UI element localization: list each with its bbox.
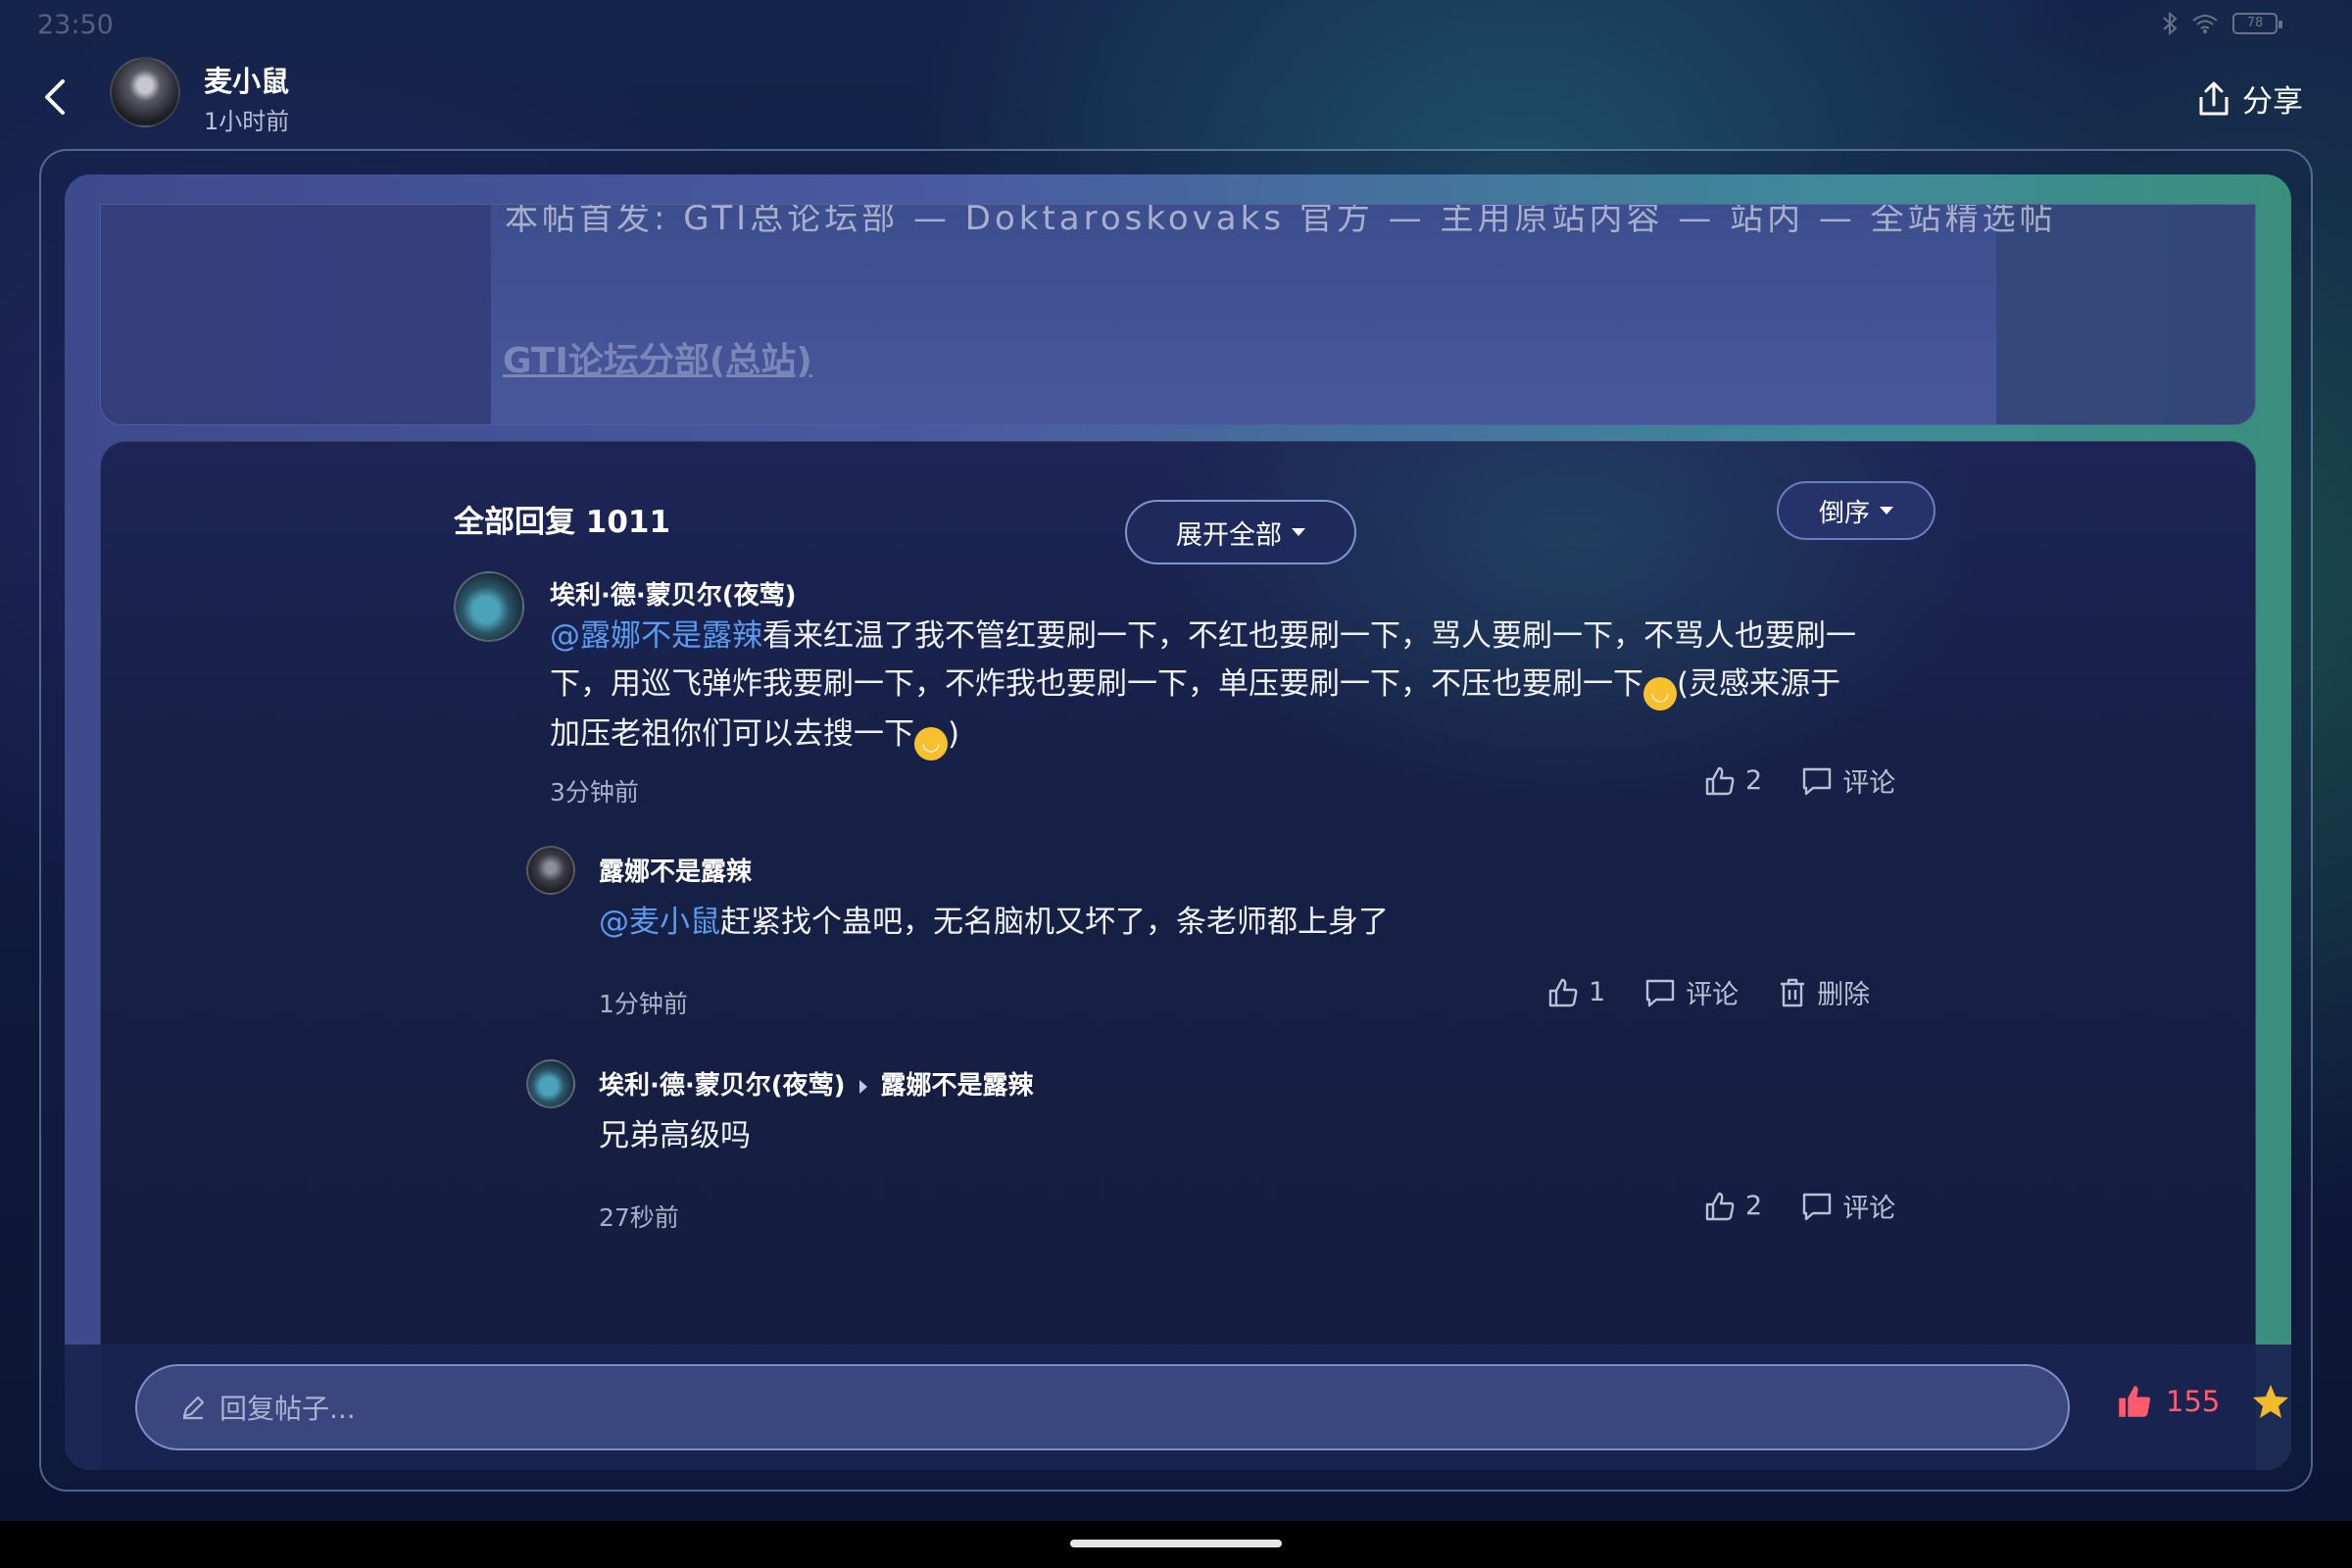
thumbs-up-filled-icon — [2119, 1386, 2151, 1417]
comment-time: 3分钟前 — [550, 778, 639, 807]
comment-text: @露娜不是露辣看来红温了我不管红要刷一下，不红也要刷一下，骂人要刷一下，不骂人也… — [550, 612, 1922, 760]
post-time: 1小时前 — [204, 108, 290, 135]
rofl-emoji-icon: ◡ — [1643, 677, 1677, 710]
comment-time: 27秒前 — [599, 1203, 679, 1232]
commenter-name[interactable]: 露娜不是露辣 — [599, 852, 752, 888]
comment-button[interactable]: 评论 — [1801, 1187, 1895, 1225]
post-content-panel: 本帖首发: GTI总论坛部 — Doktaroskovaks 官方 — 主用原站… — [491, 205, 2053, 424]
share-label: 分享 — [2242, 84, 2303, 120]
trash-icon — [1781, 978, 1805, 1006]
rofl-emoji-icon: ◡ — [914, 727, 948, 760]
replies-section: 全部回复 1011 倒序 埃利·德·蒙贝尔(夜莺) @露娜不是露辣看来红温了我不… — [100, 441, 2256, 1470]
truncated-post-text: 本帖首发: GTI总论坛部 — Doktaroskovaks 官方 — 主用原站… — [505, 204, 2057, 238]
caret-down-icon — [1292, 528, 1305, 536]
comment-button[interactable]: 评论 — [1644, 973, 1739, 1011]
wifi-icon — [2192, 15, 2218, 33]
chevron-left-icon — [45, 79, 65, 115]
status-time: 23:50 — [37, 10, 114, 40]
like-button[interactable]: 2 — [1704, 1191, 1762, 1222]
caret-down-icon — [1880, 507, 1893, 514]
post-like-count: 155 — [2166, 1385, 2221, 1418]
comment-text: 兄弟高级吗 — [599, 1118, 751, 1153]
sort-button[interactable]: 倒序 — [1777, 481, 1936, 540]
author-name[interactable]: 麦小鼠 — [204, 59, 289, 100]
delete-button[interactable]: 删除 — [1778, 973, 1870, 1011]
reply-chain: 埃利·德·蒙贝尔(夜莺) 露娜不是露辣 — [599, 1065, 1034, 1102]
status-bar: 23:50 78 — [0, 0, 2352, 47]
post-card: 本帖首发: GTI总论坛部 — Doktaroskovaks 官方 — 主用原站… — [39, 149, 2313, 1492]
commenter-avatar[interactable] — [526, 846, 575, 895]
mention-link[interactable]: @麦小鼠 — [599, 905, 720, 940]
replies-title: 全部回复 1011 — [454, 505, 671, 540]
star-filled-icon — [2253, 1385, 2288, 1418]
comment-icon — [1802, 1193, 1832, 1220]
comment-actions: 2 评论 — [1704, 1187, 1895, 1225]
post-header: 麦小鼠 1小时前 分享 — [0, 47, 2352, 149]
back-button[interactable] — [33, 73, 76, 122]
expand-label: 展开全部 — [1176, 519, 1282, 551]
post-favorite-button[interactable]: 125 — [2252, 1384, 2291, 1419]
commenter-avatar[interactable] — [526, 1059, 575, 1108]
reply-arrow-icon — [858, 1080, 867, 1094]
comment-text: @麦小鼠赶紧找个蛊吧，无名脑机又坏了，条老师都上身了 — [599, 905, 1389, 940]
commenter-name[interactable]: 埃利·德·蒙贝尔(夜莺) — [599, 1071, 846, 1101]
share-button[interactable]: 分享 — [2197, 76, 2303, 121]
post-like-button[interactable]: 155 — [2117, 1384, 2220, 1419]
bluetooth-icon — [2163, 12, 2178, 35]
expand-all-button[interactable]: 展开全部 — [1125, 500, 1356, 564]
author-avatar[interactable] — [110, 57, 180, 127]
battery-icon: 78 — [2232, 13, 2282, 34]
thumbs-up-icon — [1705, 766, 1735, 795]
mention-link[interactable]: @露娜不是露辣 — [550, 618, 762, 654]
comment-actions: 2 评论 — [1704, 761, 1895, 800]
share-icon — [2199, 81, 2229, 115]
reply-target-name[interactable]: 露娜不是露辣 — [881, 1071, 1034, 1101]
thumbs-up-icon — [1705, 1192, 1735, 1220]
comment-icon — [1802, 767, 1832, 795]
forum-link[interactable]: GTI论坛分部(总站) — [503, 332, 812, 383]
pencil-icon — [182, 1396, 205, 1420]
status-icons: 78 — [2162, 12, 2282, 35]
comment-time: 1分钟前 — [599, 990, 688, 1018]
like-button[interactable]: 2 — [1704, 765, 1762, 797]
commenter-avatar[interactable] — [454, 571, 524, 642]
reply-placeholder: 回复帖子... — [220, 1393, 356, 1425]
thumbs-up-icon — [1548, 978, 1578, 1006]
home-indicator[interactable] — [1070, 1540, 1282, 1547]
comment-icon — [1645, 979, 1675, 1006]
reply-input[interactable]: 回复帖子... — [135, 1364, 2070, 1450]
comment-actions: 1 评论 删除 — [1547, 973, 1870, 1011]
commenter-name[interactable]: 埃利·德·蒙贝尔(夜莺) — [550, 575, 797, 612]
post-preview: 本帖首发: GTI总论坛部 — Doktaroskovaks 官方 — 主用原站… — [100, 204, 2256, 425]
like-button[interactable]: 1 — [1547, 977, 1605, 1008]
sort-label: 倒序 — [1818, 498, 1870, 528]
post-card-inner: 本帖首发: GTI总论坛部 — Doktaroskovaks 官方 — 主用原站… — [65, 174, 2291, 1470]
comment-button[interactable]: 评论 — [1801, 761, 1895, 800]
